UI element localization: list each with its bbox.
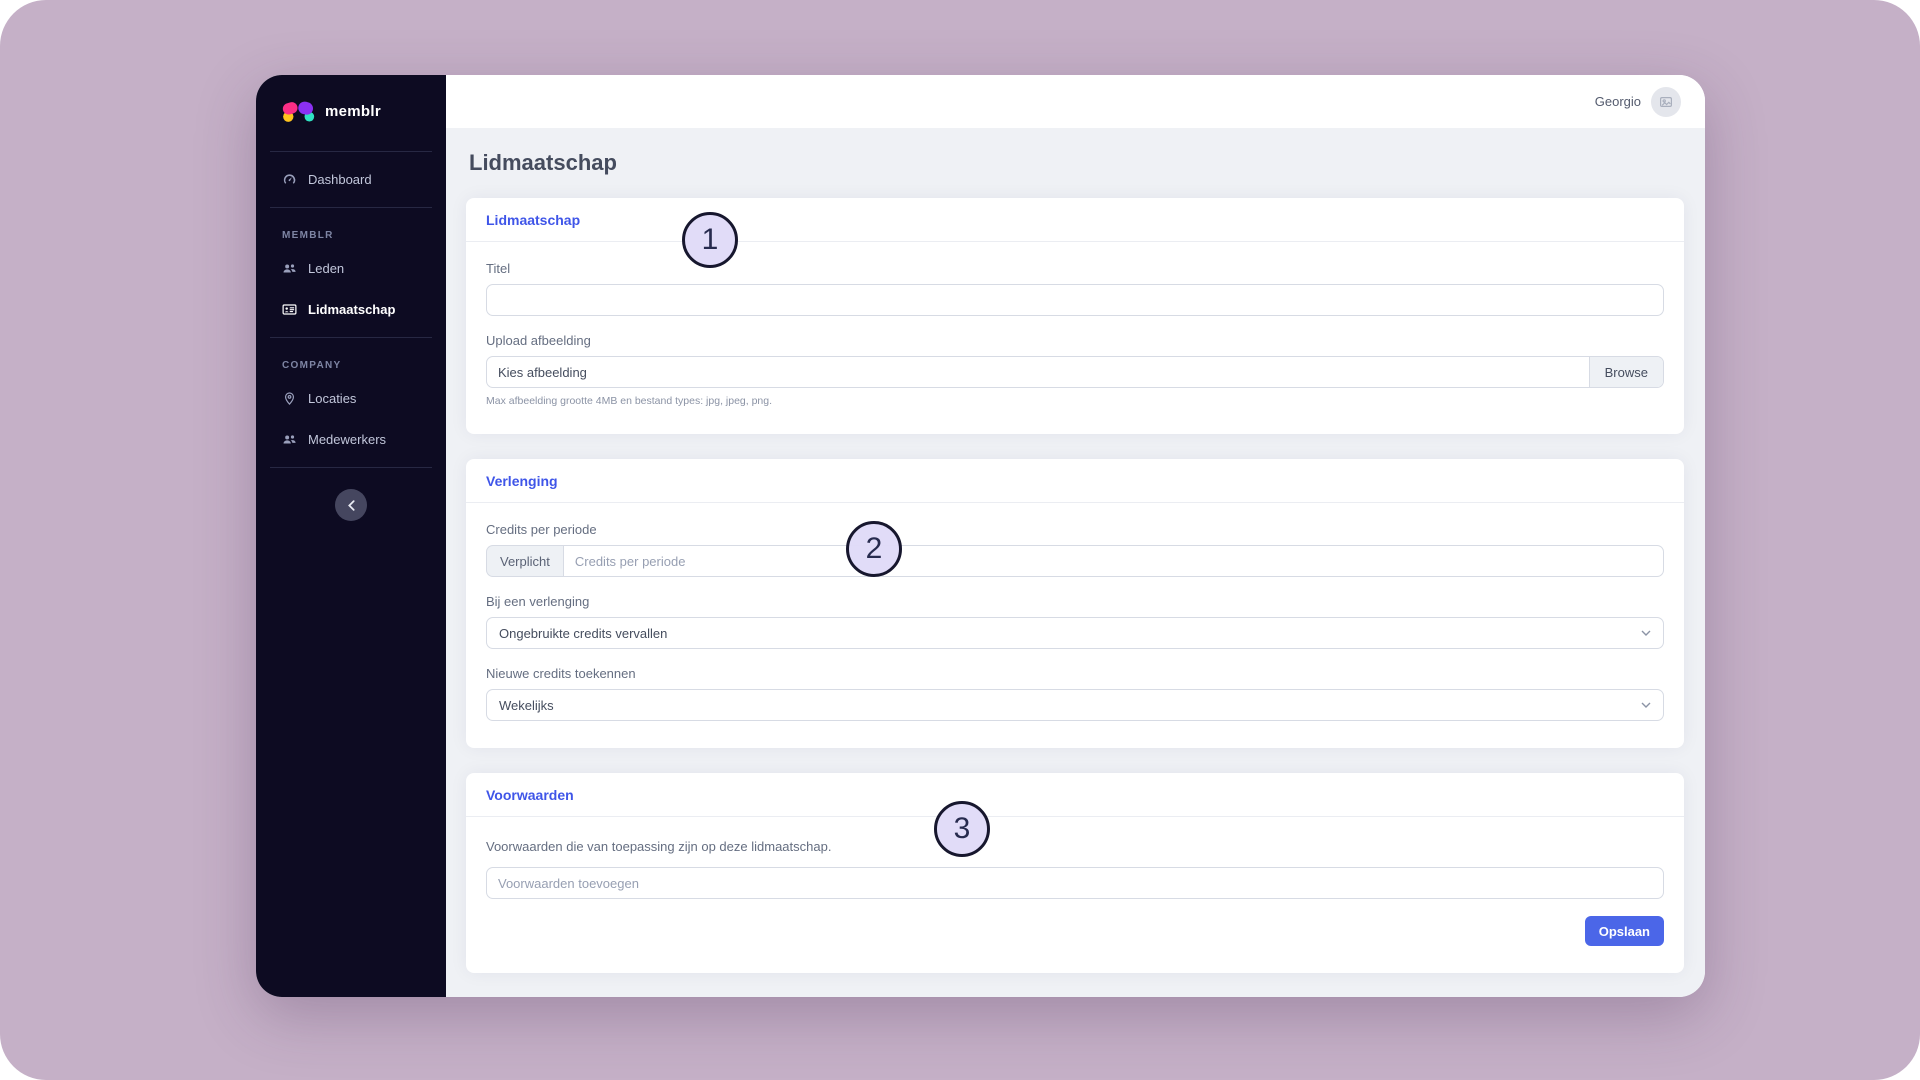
card-lidmaatschap: Lidmaatschap Titel Upload afbeelding Kie… <box>466 198 1684 434</box>
sidebar-divider <box>270 151 432 152</box>
sidebar-item-lidmaatschap[interactable]: Lidmaatschap <box>256 289 446 330</box>
card-title-lidmaatschap: Lidmaatschap <box>466 198 1684 242</box>
annotation-circle-3: 3 <box>934 801 990 857</box>
card-voorwaarden: Voorwaarden Voorwaarden die van toepassi… <box>466 773 1684 973</box>
sidebar-item-label: Lidmaatschap <box>308 302 395 317</box>
titel-input[interactable] <box>486 284 1664 316</box>
save-button[interactable]: Opslaan <box>1585 916 1664 946</box>
chevron-down-icon <box>1641 630 1651 636</box>
topbar: Georgio <box>446 75 1705 128</box>
sidebar-item-label: Medewerkers <box>308 432 386 447</box>
sidebar: memblr Dashboard MEMBLR Leden Lidmaatsch… <box>256 75 446 997</box>
file-upload-input[interactable]: Kies afbeelding Browse <box>486 356 1664 388</box>
sidebar-item-label: Dashboard <box>308 172 372 187</box>
memblr-logo-icon <box>282 99 316 124</box>
voorwaarden-input[interactable] <box>486 867 1664 899</box>
sidebar-heading-company: COMPANY <box>256 345 446 378</box>
gauge-icon <box>282 172 297 187</box>
upload-helper-text: Max afbeelding grootte 4MB en bestand ty… <box>486 395 1664 407</box>
card-title-voorwaarden: Voorwaarden <box>466 773 1684 817</box>
verplicht-addon: Verplicht <box>486 545 563 577</box>
users-icon <box>282 432 297 447</box>
photo-placeholder-icon <box>1658 94 1674 110</box>
sidebar-divider <box>270 337 432 338</box>
browse-button[interactable]: Browse <box>1589 357 1663 387</box>
titel-label: Titel <box>486 261 1664 276</box>
app-window: memblr Dashboard MEMBLR Leden Lidmaatsch… <box>256 75 1705 997</box>
avatar[interactable] <box>1651 87 1681 117</box>
bij-een-verlenging-select[interactable]: Ongebruikte credits vervallen <box>486 617 1664 649</box>
sidebar-divider <box>270 207 432 208</box>
map-pin-icon <box>282 391 297 406</box>
file-upload-text: Kies afbeelding <box>487 357 1589 387</box>
brand: memblr <box>256 75 446 144</box>
main-area: Georgio Lidmaatschap Lidmaatschap Titel <box>446 75 1705 997</box>
sidebar-item-leden[interactable]: Leden <box>256 248 446 289</box>
upload-afbeelding-label: Upload afbeelding <box>486 333 1664 348</box>
sidebar-item-medewerkers[interactable]: Medewerkers <box>256 419 446 460</box>
id-card-icon <box>282 302 297 317</box>
nieuwe-credits-value: Wekelijks <box>499 698 554 713</box>
annotation-circle-2: 2 <box>846 521 902 577</box>
nieuwe-credits-select[interactable]: Wekelijks <box>486 689 1664 721</box>
users-icon <box>282 261 297 276</box>
card-title-verlenging: Verlenging <box>466 459 1684 503</box>
credits-per-periode-label: Credits per periode <box>486 522 1664 537</box>
sidebar-item-dashboard[interactable]: Dashboard <box>256 159 446 200</box>
bij-een-verlenging-label: Bij een verlenging <box>486 594 1664 609</box>
voorwaarden-description: Voorwaarden die van toepassing zijn op d… <box>486 839 1664 854</box>
credits-per-periode-input[interactable] <box>563 545 1664 577</box>
sidebar-item-locaties[interactable]: Locaties <box>256 378 446 419</box>
annotation-circle-1: 1 <box>682 212 738 268</box>
sidebar-heading-memblr: MEMBLR <box>256 215 446 248</box>
sidebar-collapse-button[interactable] <box>335 489 367 521</box>
brand-name: memblr <box>325 103 381 120</box>
nieuwe-credits-label: Nieuwe credits toekennen <box>486 666 1664 681</box>
sidebar-divider <box>270 467 432 468</box>
chevron-down-icon <box>1641 702 1651 708</box>
user-name[interactable]: Georgio <box>1595 94 1641 109</box>
content: Lidmaatschap Lidmaatschap Titel Upload a… <box>446 128 1705 997</box>
chevron-left-icon <box>348 500 355 511</box>
page-title: Lidmaatschap <box>469 150 1684 176</box>
sidebar-item-label: Leden <box>308 261 344 276</box>
bij-een-verlenging-value: Ongebruikte credits vervallen <box>499 626 667 641</box>
sidebar-item-label: Locaties <box>308 391 356 406</box>
card-verlenging: Verlenging Credits per periode Verplicht… <box>466 459 1684 748</box>
